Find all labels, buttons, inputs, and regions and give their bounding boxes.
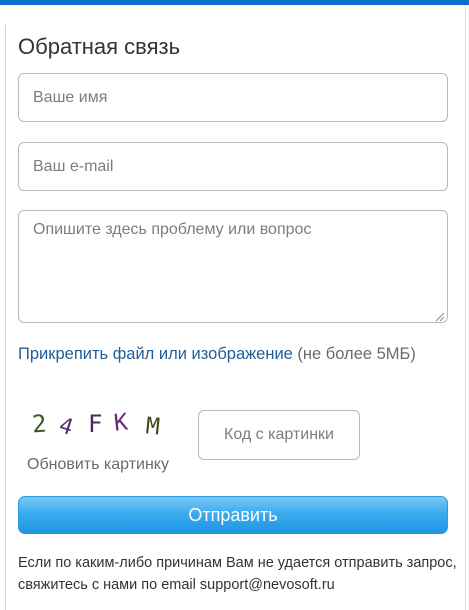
attach-size-note: (не более 5МБ) [292, 345, 416, 363]
submit-button[interactable]: Отправить [18, 496, 448, 534]
name-input[interactable] [18, 73, 448, 122]
right-divider [465, 5, 466, 610]
svg-text:M: M [144, 413, 161, 440]
message-textarea[interactable] [18, 210, 448, 323]
support-note: Если по каким-либо причинам Вам не удает… [18, 555, 457, 593]
captcha-input[interactable] [198, 410, 360, 460]
attach-file-link[interactable]: Прикрепить файл или изображение [18, 345, 293, 363]
form-title: Обратная связь [18, 34, 181, 59]
captcha-image: 2 4 F K M [22, 403, 172, 445]
left-divider [5, 25, 6, 610]
svg-text:4: 4 [56, 413, 76, 441]
svg-text:2: 2 [31, 410, 47, 439]
refresh-captcha-link[interactable]: Обновить картинку [27, 456, 169, 474]
top-accent-bar [0, 0, 469, 5]
email-input[interactable] [18, 142, 448, 191]
attachment-row: Прикрепить файл или изображение (не боле… [18, 344, 416, 364]
svg-text:K: K [113, 409, 130, 436]
svg-text:F: F [88, 410, 102, 438]
resize-grip-icon[interactable] [434, 309, 445, 322]
